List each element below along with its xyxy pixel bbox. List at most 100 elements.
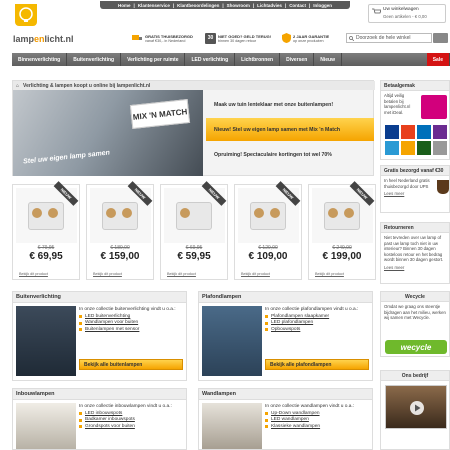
nav-binnenverlichting[interactable]: Binnenverlichting — [12, 53, 68, 66]
view-all-button[interactable]: Bekijk alle plafondlampen — [265, 359, 369, 370]
sidebar-title: Ons bedrijf — [381, 371, 449, 381]
section-image[interactable] — [202, 403, 262, 449]
view-product-link[interactable]: Bekijk dit product — [93, 272, 122, 276]
top-link-klantenservice[interactable]: Klantenservice — [138, 3, 170, 8]
sidebar-text: In heel Nederland gratis thuisbezorgd do… — [384, 178, 430, 189]
sidebar-text: Omdat we graag ons steentje bijdragen aa… — [384, 304, 446, 320]
usp-money-back: 30 NIET GOED? GELD TERUG! binnen 30 dagen… — [205, 32, 277, 44]
hero-image[interactable]: MIX 'N MATCH Stel uw eigen lamp samen — [13, 90, 203, 176]
truck-icon — [132, 35, 142, 40]
nav-led-verlichting[interactable]: LED verlichting — [185, 53, 236, 66]
nav-lichtbronnen[interactable]: Lichtbronnen — [235, 53, 281, 66]
product-card[interactable]: NIEUW € 189,00 € 159,00 Bekijk dit produ… — [86, 181, 154, 280]
hero-tagline: Stel uw eigen lamp samen — [22, 149, 111, 166]
cart-summary: Geen artikelen - € 0,00 — [383, 14, 427, 19]
section-image[interactable] — [202, 306, 262, 376]
section-link[interactable]: Buitenlampen met sensor — [79, 327, 183, 334]
site-logo[interactable]: lampenlicht.nl — [13, 4, 93, 44]
section-image[interactable] — [16, 403, 76, 449]
sidebar-title: Betaalgemak — [381, 81, 449, 91]
section-wandlampen: Wandlampen In onze collectie wandlampen … — [198, 388, 373, 450]
section-title: Plafondlampen — [199, 292, 372, 303]
price: € 59,95 — [177, 251, 211, 262]
price: € 199,00 — [322, 251, 362, 262]
section-plafondlampen: Plafondlampen In onze collectie plafondl… — [198, 291, 373, 381]
nav-nieuw[interactable]: Nieuw — [314, 53, 342, 66]
usp-warranty: 2 JAAR GARANTIE op onze producten — [282, 32, 344, 44]
section-link[interactable]: Klassieke wandlampen — [265, 424, 369, 431]
logo-text: lampenlicht.nl — [13, 34, 74, 44]
price: € 159,00 — [100, 251, 140, 262]
mastercard-icon — [401, 125, 415, 139]
nav-sale[interactable]: Sale — [426, 53, 450, 66]
sidebar-text: Niet tevreden over uw lamp of past uw la… — [384, 235, 444, 262]
sidebar-link[interactable]: Lees meer — [381, 265, 449, 273]
bank-icon — [433, 125, 447, 139]
sidebar-betaalgemak: Betaalgemak Altijd veilig betalen bij la… — [380, 80, 450, 160]
play-icon — [410, 401, 424, 415]
cart-title: Uw winkelwagen — [383, 7, 419, 12]
view-product-link[interactable]: Bekijk dit product — [167, 272, 196, 276]
section-title: Wandlampen — [199, 389, 372, 400]
card-icon — [385, 141, 399, 155]
sidebar-retourneren: Retourneren Niet tevreden over uw lamp o… — [380, 222, 450, 284]
price: € 69,95 — [29, 251, 63, 262]
search-icon — [349, 35, 354, 41]
nav-diversen[interactable]: Diversen — [280, 53, 315, 66]
sidebar-title: Retourneren — [381, 223, 449, 233]
giro-icon — [417, 141, 431, 155]
payment-icons — [385, 125, 447, 155]
visa-icon — [385, 125, 399, 139]
wecycle-logo: wecycle — [385, 340, 447, 354]
sidebar-title: Wecycle — [381, 292, 449, 302]
sidebar-text: Altijd veilig betalen bij lampenlicht.nl… — [384, 93, 411, 115]
home-icon: ⌂ — [16, 82, 20, 89]
view-all-button[interactable]: Bekijk alle buitenlampen — [79, 359, 183, 370]
hero-banner: ⌂ Verlichting & lampen koopt u online bi… — [12, 80, 375, 176]
top-link-home[interactable]: Home — [118, 3, 131, 8]
ideal-icon — [421, 95, 447, 119]
section-link[interactable]: Grondspots voor buiten — [79, 424, 183, 431]
usp-free-delivery: GRATIS THUISBEZORGD vanaf €30,- in Nederl… — [132, 32, 204, 44]
cart-icon — [372, 8, 381, 14]
top-link-inloggen[interactable]: Inloggen — [313, 3, 332, 8]
product-card[interactable]: NIEUW € 79,95 € 69,95 Bekijk dit product — [12, 181, 80, 280]
product-card[interactable]: NIEUW € 129,00 € 109,00 Bekijk dit produ… — [234, 181, 302, 280]
banner-header: ⌂ Verlichting & lampen koopt u online bi… — [13, 81, 375, 90]
shield-icon — [282, 33, 291, 43]
view-product-link[interactable]: Bekijk dit product — [315, 272, 344, 276]
top-links: Home | Klantenservice | Klantbeoordelingen… — [100, 1, 350, 9]
top-link-contact[interactable]: Contact — [289, 3, 306, 8]
section-buitenverlichting: Buitenverlichting In onze collectie buit… — [12, 291, 187, 381]
product-card[interactable]: NIEUW € 249,00 € 199,00 Bekijk dit produ… — [308, 181, 376, 280]
main-nav: Binnenverlichting Buitenverlichting Verl… — [12, 53, 450, 66]
section-inbouwlampen: Inbouwlampen In onze collectie inbouwlam… — [12, 388, 187, 450]
pay-icon — [401, 141, 415, 155]
top-link-showroom[interactable]: Showroom — [227, 3, 250, 8]
view-product-link[interactable]: Bekijk dit product — [241, 272, 270, 276]
nav-verlichting-per-ruimte[interactable]: Verlichting per ruimte — [121, 53, 186, 66]
company-video[interactable] — [385, 385, 447, 429]
top-link-klantbeoordelingen[interactable]: Klantbeoordelingen — [177, 3, 219, 8]
section-title: Buitenverlichting — [13, 292, 186, 303]
shopping-cart[interactable]: Uw winkelwagen Geen artikelen - € 0,00 — [368, 4, 446, 23]
section-link[interactable]: Opbouwspots — [265, 327, 369, 334]
banner-link-buitenlampen[interactable]: Maak uw tuin lenteklaar met onze buitenl… — [206, 93, 374, 116]
ups-icon — [437, 180, 449, 194]
other-pay-icon — [433, 141, 447, 155]
nav-buitenverlichting[interactable]: Buitenverlichting — [67, 53, 122, 66]
product-card[interactable]: NIEUW € 69,95 € 59,95 Bekijk dit product — [160, 181, 228, 280]
top-link-lichtadvies[interactable]: Lichtadvies — [257, 3, 282, 8]
mix-n-match-badge: MIX 'N MATCH — [129, 99, 191, 129]
paypal-icon — [417, 125, 431, 139]
search-button[interactable] — [433, 33, 448, 43]
search-input[interactable]: Doorzoek de hele winkel — [346, 33, 432, 43]
section-title: Inbouwlampen — [13, 389, 186, 400]
sidebar-ons-bedrijf: Ons bedrijf — [380, 370, 450, 450]
banner-link-opruiming[interactable]: Opruiming! Spectaculaire kortingen tot w… — [206, 143, 374, 166]
view-product-link[interactable]: Bekijk dit product — [19, 272, 48, 276]
banner-link-mix-n-match[interactable]: Nieuw! Stel uw eigen lamp samen met Mix … — [206, 118, 374, 141]
sidebar-wecycle: Wecycle Omdat we graag ons steentje bijd… — [380, 291, 450, 357]
section-image[interactable] — [16, 306, 76, 376]
logo-lamp-icon — [15, 4, 37, 26]
